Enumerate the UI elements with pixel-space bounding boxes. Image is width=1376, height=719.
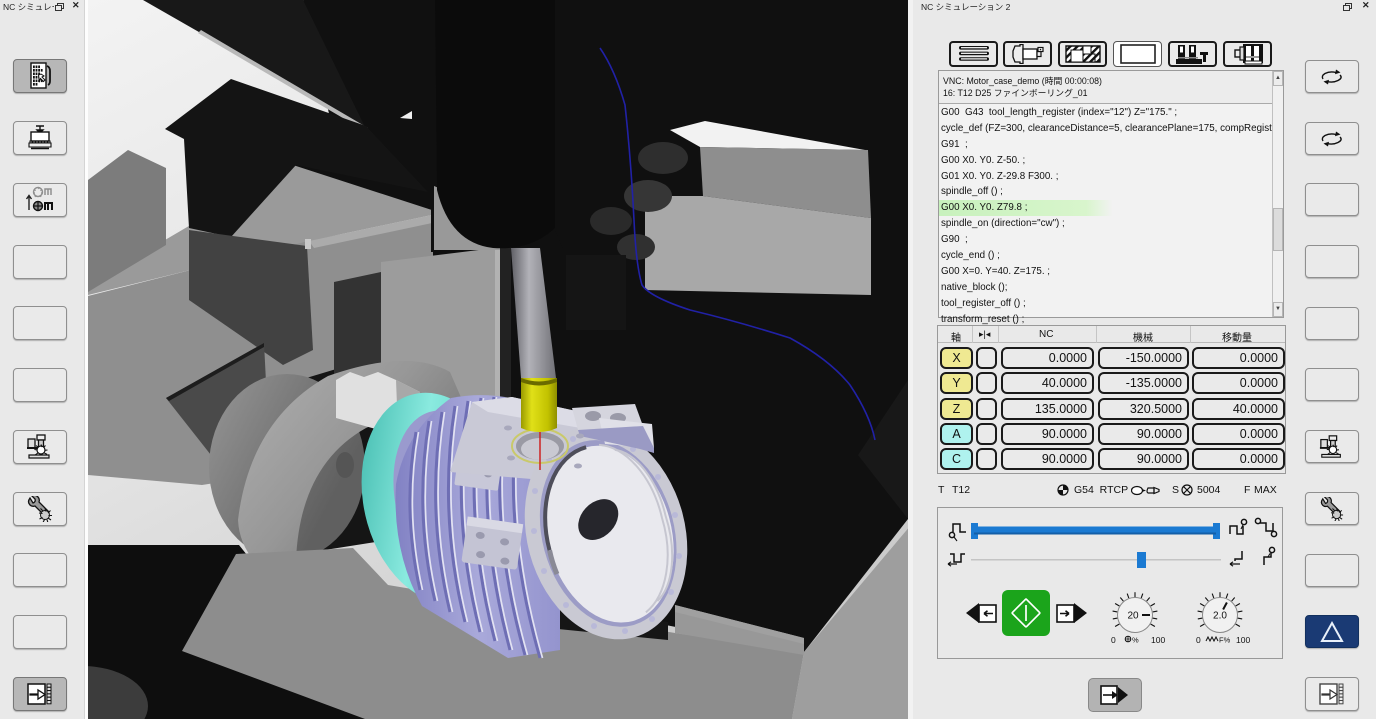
svg-text:0: 0 (1111, 635, 1116, 645)
svg-text:100: 100 (1236, 635, 1250, 645)
svg-text:2.0: 2.0 (1213, 611, 1227, 622)
svg-text:20: 20 (1127, 611, 1139, 622)
svg-text:100: 100 (1151, 635, 1165, 645)
svg-text:0: 0 (1196, 635, 1201, 645)
svg-text:F%: F% (1219, 636, 1231, 645)
svg-text:%: % (1132, 636, 1139, 645)
